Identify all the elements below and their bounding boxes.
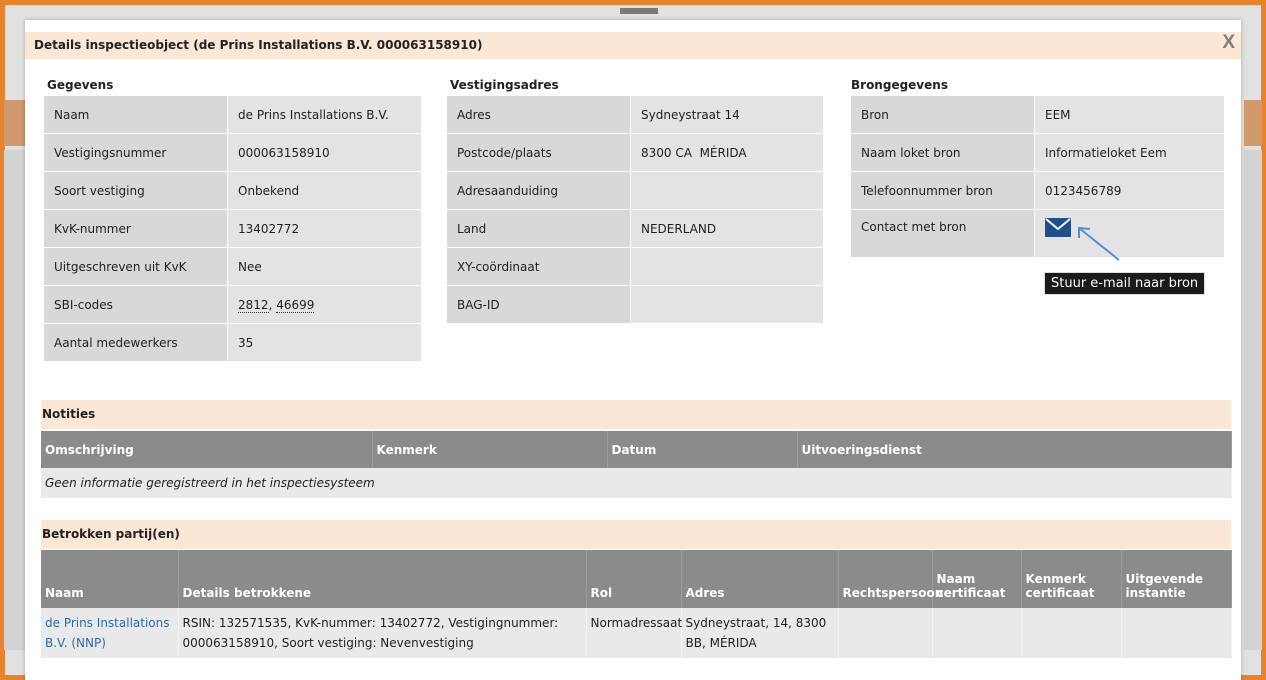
- field-label: Soort vestiging: [44, 172, 228, 210]
- field-value: Informatieloket Eem: [1035, 134, 1224, 172]
- field-label: Adresaanduiding: [447, 172, 631, 210]
- adres-row: XY-coördinaat: [447, 248, 823, 286]
- field-label: Naam: [44, 96, 228, 134]
- column-header[interactable]: Naam: [41, 550, 179, 608]
- field-label: BAG-ID: [447, 286, 631, 324]
- partij-uitgevende-instantie: [1121, 608, 1232, 658]
- vestigingsadres-heading: Vestigingsadres: [450, 78, 559, 92]
- bron-row: Contact met bron: [851, 210, 1224, 258]
- column-header[interactable]: Naam certificaat: [932, 550, 1022, 608]
- column-header[interactable]: Kenmerk certificaat: [1021, 550, 1122, 608]
- close-button[interactable]: X: [1222, 32, 1235, 54]
- bron-row: Bron EEM: [851, 96, 1224, 134]
- partijen-heading: Betrokken partij(en): [41, 520, 1231, 549]
- column-header[interactable]: Datum: [607, 431, 798, 468]
- background-panel: [1244, 100, 1262, 146]
- dialog-title: Details inspectieobject (de Prins Instal…: [25, 32, 1241, 59]
- partij-kenmerk-certificaat: [1021, 608, 1122, 658]
- field-value: de Prins Installations B.V.: [228, 96, 421, 134]
- field-value: 13402772: [228, 210, 421, 248]
- pointer-arrow-icon: [1078, 226, 1120, 261]
- gegevens-row: Soort vestiging Onbekend: [44, 172, 421, 210]
- field-value: 8300 CA MÉRIDA: [631, 134, 823, 172]
- adres-row: Adres Sydneystraat 14: [447, 96, 823, 134]
- column-header[interactable]: Kenmerk: [372, 431, 608, 468]
- column-header[interactable]: Rechtspersoon: [838, 550, 943, 608]
- partij-adres: Sydneystraat, 14, 8300 BB, MÉRIDA: [681, 608, 839, 658]
- field-label: Vestigingsnummer: [44, 134, 228, 172]
- sbi-code-link[interactable]: 46699: [276, 297, 315, 313]
- adres-row: BAG-ID: [447, 286, 823, 324]
- field-label: Naam loket bron: [851, 134, 1035, 172]
- bron-row: Naam loket bron Informatieloket Eem: [851, 134, 1224, 172]
- partij-rechtspersoon: [838, 608, 933, 658]
- adres-row: Land NEDERLAND: [447, 210, 823, 248]
- field-value: NEDERLAND: [631, 210, 823, 248]
- field-label: XY-coördinaat: [447, 248, 631, 286]
- sbi-codes-value: 2812, 46699: [228, 286, 421, 324]
- field-value: 35: [228, 324, 421, 362]
- gegevens-row: SBI-codes 2812, 46699: [44, 286, 421, 324]
- column-header[interactable]: Omschrijving: [41, 431, 373, 468]
- field-label: Land: [447, 210, 631, 248]
- field-value: [631, 172, 823, 210]
- column-header[interactable]: Adres: [681, 550, 839, 608]
- gegevens-row: Naam de Prins Installations B.V.: [44, 96, 421, 134]
- field-value: Nee: [228, 248, 421, 286]
- envelope-icon[interactable]: [1045, 218, 1071, 237]
- field-value: 000063158910: [228, 134, 421, 172]
- mail-tooltip: Stuur e-mail naar bron: [1044, 272, 1206, 295]
- brongegevens-table: Bron EEM Naam loket bron Informatieloket…: [851, 96, 1224, 258]
- field-label: Adres: [447, 96, 631, 134]
- field-value: EEM: [1035, 96, 1224, 134]
- sbi-code-link[interactable]: 2812: [238, 297, 269, 313]
- empty-message: Geen informatie geregistreerd in het ins…: [41, 468, 1232, 498]
- notities-empty-row: Geen informatie geregistreerd in het ins…: [41, 468, 1232, 498]
- background-panel: [1244, 150, 1262, 650]
- field-label: Postcode/plaats: [447, 134, 631, 172]
- field-label: Uitgeschreven uit KvK: [44, 248, 228, 286]
- column-header[interactable]: Uitvoeringsdienst: [797, 431, 1232, 468]
- field-label: Contact met bron: [851, 210, 1035, 258]
- background-tab-handle: [620, 8, 658, 14]
- gegevens-row: Uitgeschreven uit KvK Nee: [44, 248, 421, 286]
- gegevens-row: Vestigingsnummer 000063158910: [44, 134, 421, 172]
- field-label: Telefoonnummer bron: [851, 172, 1035, 210]
- partij-naam-certificaat: [932, 608, 1022, 658]
- field-label: Bron: [851, 96, 1035, 134]
- partij-naam-link[interactable]: de Prins Installations B.V. (NNP): [41, 608, 179, 658]
- notities-heading: Notities: [41, 400, 1231, 429]
- field-value: Onbekend: [228, 172, 421, 210]
- vestigingsadres-table: Adres Sydneystraat 14 Postcode/plaats 83…: [447, 96, 823, 324]
- brongegevens-heading: Brongegevens: [851, 78, 948, 92]
- field-label: KvK-nummer: [44, 210, 228, 248]
- notities-table: Omschrijving Kenmerk Datum Uitvoeringsdi…: [41, 431, 1232, 498]
- field-value: [631, 248, 823, 286]
- partij-rol: Normadressaat: [586, 608, 682, 658]
- field-value: [631, 286, 823, 324]
- gegevens-row: KvK-nummer 13402772: [44, 210, 421, 248]
- field-label: Aantal medewerkers: [44, 324, 228, 362]
- gegevens-row: Aantal medewerkers 35: [44, 324, 421, 362]
- details-dialog: Details inspectieobject (de Prins Instal…: [25, 20, 1241, 680]
- partijen-table: Naam Details betrokkene Rol Adres Rechts…: [41, 550, 1232, 658]
- field-value: Sydneystraat 14: [631, 96, 823, 134]
- column-header[interactable]: Uitgevende instantie: [1121, 550, 1232, 608]
- gegevens-heading: Gegevens: [47, 78, 114, 92]
- notities-header-row: Omschrijving Kenmerk Datum Uitvoeringsdi…: [41, 431, 1232, 468]
- adres-row: Adresaanduiding: [447, 172, 823, 210]
- column-header[interactable]: Details betrokkene: [178, 550, 587, 608]
- adres-row: Postcode/plaats 8300 CA MÉRIDA: [447, 134, 823, 172]
- gegevens-table: Naam de Prins Installations B.V. Vestigi…: [44, 96, 421, 362]
- background-panel: [4, 150, 26, 650]
- field-label: SBI-codes: [44, 286, 228, 324]
- table-row: de Prins Installations B.V. (NNP) RSIN: …: [41, 608, 1232, 658]
- background-panel: [4, 100, 26, 146]
- column-header[interactable]: Rol: [586, 550, 682, 608]
- bron-row: Telefoonnummer bron 0123456789: [851, 172, 1224, 210]
- partij-details: RSIN: 132571535, KvK-nummer: 13402772, V…: [178, 608, 587, 658]
- field-value: 0123456789: [1035, 172, 1224, 210]
- partijen-header-row: Naam Details betrokkene Rol Adres Rechts…: [41, 550, 1232, 608]
